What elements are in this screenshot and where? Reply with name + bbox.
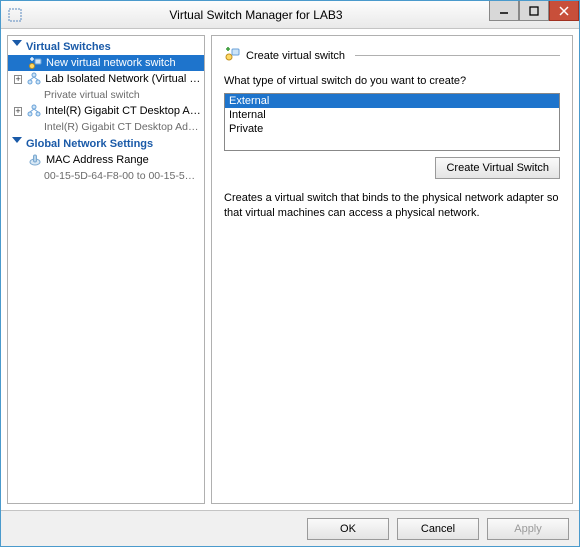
- switch-type-description: Creates a virtual switch that binds to t…: [224, 191, 560, 221]
- window-title: Virtual Switch Manager for LAB3: [23, 8, 489, 22]
- mac-range-icon: [28, 153, 42, 167]
- chevron-down-icon: [12, 137, 22, 150]
- network-icon: [27, 104, 41, 118]
- main-panel: Create virtual switch What type of virtu…: [211, 35, 573, 504]
- ok-button[interactable]: OK: [307, 518, 389, 540]
- titlebar: Virtual Switch Manager for LAB3: [1, 1, 579, 29]
- dialog-button-bar: OK Cancel Apply: [1, 510, 579, 546]
- expand-icon[interactable]: +: [14, 107, 22, 116]
- sidebar-item-label: Intel(R) Gigabit CT Desktop Adapte...: [45, 104, 202, 118]
- main-header-label: Create virtual switch: [246, 50, 345, 62]
- create-button-row: Create Virtual Switch: [224, 157, 560, 179]
- section-label: Global Network Settings: [26, 138, 153, 150]
- app-icon: [7, 7, 23, 23]
- maximize-button[interactable]: [519, 1, 549, 21]
- create-switch-icon: [224, 46, 240, 65]
- sidebar-item-intel-adapter-sub: Intel(R) Gigabit CT Desktop Adapt...: [8, 119, 204, 135]
- switch-type-prompt: What type of virtual switch do you want …: [224, 75, 560, 87]
- sidebar-item-new-switch[interactable]: New virtual network switch: [8, 55, 204, 71]
- create-virtual-switch-button[interactable]: Create Virtual Switch: [435, 157, 560, 179]
- cancel-button[interactable]: Cancel: [397, 518, 479, 540]
- new-switch-icon: [28, 56, 42, 70]
- sidebar-item-mac-range[interactable]: MAC Address Range: [8, 152, 204, 168]
- divider: [355, 55, 560, 56]
- sidebar-item-label: Lab Isolated Network (Virtual Lab 1): [45, 72, 202, 86]
- sidebar-item-label: New virtual network switch: [46, 56, 176, 70]
- content-area: Virtual Switches New virtual network swi…: [1, 29, 579, 510]
- sidebar-item-label: MAC Address Range: [46, 153, 149, 167]
- list-item-internal[interactable]: Internal: [225, 108, 559, 122]
- close-button[interactable]: [549, 1, 579, 21]
- sidebar-sub-label: Private virtual switch: [44, 88, 140, 102]
- section-label: Virtual Switches: [26, 41, 111, 53]
- sidebar-sub-label: Intel(R) Gigabit CT Desktop Adapt...: [44, 120, 202, 134]
- network-icon: [27, 72, 41, 86]
- sidebar-item-lab-isolated-sub: Private virtual switch: [8, 87, 204, 103]
- chevron-down-icon: [12, 40, 22, 53]
- sidebar-item-lab-isolated[interactable]: + Lab Isolated Network (Virtual Lab 1): [8, 71, 204, 87]
- sidebar-sub-label: 00-15-5D-64-F8-00 to 00-15-5D-6...: [44, 169, 202, 183]
- window-controls: [489, 1, 579, 21]
- sidebar-item-intel-adapter[interactable]: + Intel(R) Gigabit CT Desktop Adapte...: [8, 103, 204, 119]
- switch-type-listbox[interactable]: External Internal Private: [224, 93, 560, 151]
- expand-icon[interactable]: +: [14, 75, 22, 84]
- list-item-private[interactable]: Private: [225, 122, 559, 136]
- section-global-settings[interactable]: Global Network Settings: [8, 135, 204, 152]
- section-virtual-switches[interactable]: Virtual Switches: [8, 38, 204, 55]
- main-header: Create virtual switch: [224, 46, 560, 65]
- sidebar-item-mac-range-value: 00-15-5D-64-F8-00 to 00-15-5D-6...: [8, 168, 204, 184]
- sidebar: Virtual Switches New virtual network swi…: [7, 35, 205, 504]
- list-item-external[interactable]: External: [225, 94, 559, 108]
- minimize-button[interactable]: [489, 1, 519, 21]
- apply-button[interactable]: Apply: [487, 518, 569, 540]
